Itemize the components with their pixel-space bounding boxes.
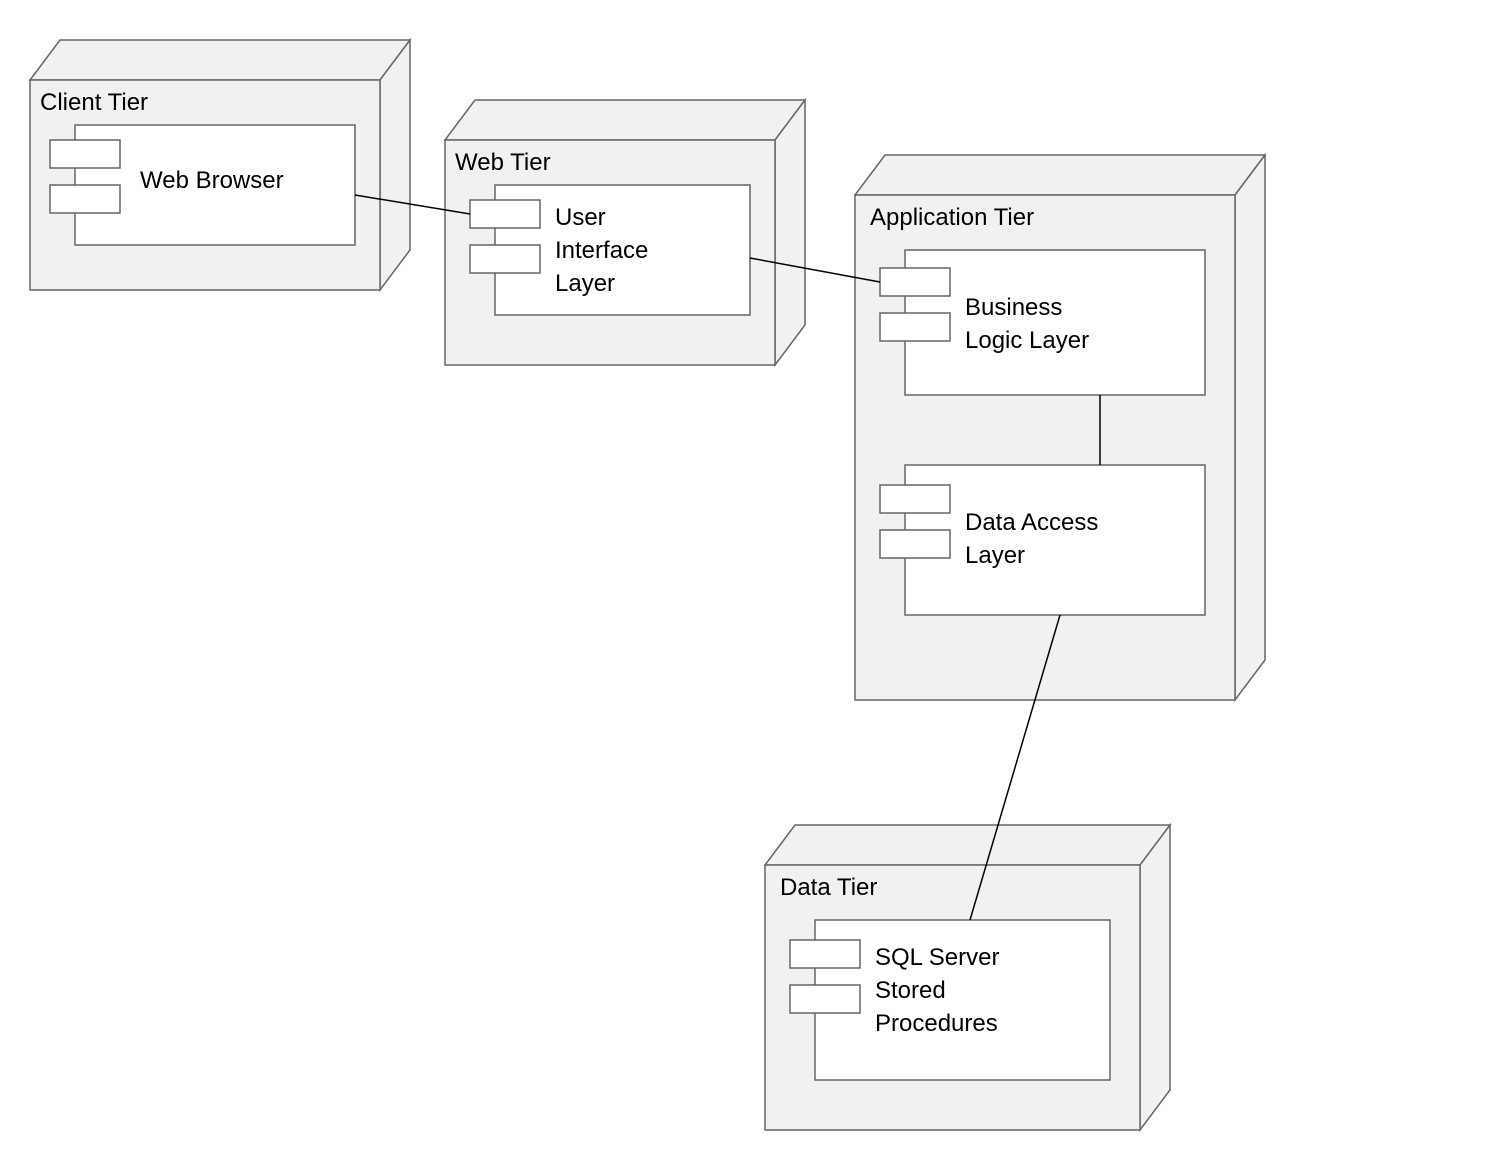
ui-layer-component: User Interface Layer [470, 185, 750, 315]
sql-server-label-3: Procedures [875, 1010, 998, 1037]
web-tier-title: Web Tier [455, 149, 551, 176]
client-tier-node: Client Tier Web Browser [30, 40, 410, 290]
web-browser-component: Web Browser [50, 125, 355, 245]
data-tier-node: Data Tier SQL Server Stored Procedures [765, 825, 1170, 1130]
sql-server-label-2: Stored [875, 977, 946, 1004]
data-access-component: Data Access Layer [880, 465, 1205, 615]
sql-server-component: SQL Server Stored Procedures [790, 920, 1110, 1080]
sql-server-label-1: SQL Server [875, 944, 1000, 971]
data-access-label-1: Data Access [965, 509, 1098, 536]
data-tier-title: Data Tier [780, 874, 877, 901]
ui-layer-label-2: Interface [555, 237, 648, 264]
business-logic-label-1: Business [965, 294, 1062, 321]
web-browser-label: Web Browser [140, 167, 284, 194]
business-logic-label-2: Logic Layer [965, 327, 1089, 354]
data-access-label-2: Layer [965, 542, 1025, 569]
ui-layer-label-1: User [555, 204, 606, 231]
business-logic-component: Business Logic Layer [880, 250, 1205, 395]
application-tier-title: Application Tier [870, 204, 1034, 231]
client-tier-title: Client Tier [40, 89, 148, 116]
application-tier-node: Application Tier Business Logic Layer Da… [855, 155, 1265, 700]
web-tier-node: Web Tier User Interface Layer [445, 100, 805, 365]
ui-layer-label-3: Layer [555, 270, 615, 297]
